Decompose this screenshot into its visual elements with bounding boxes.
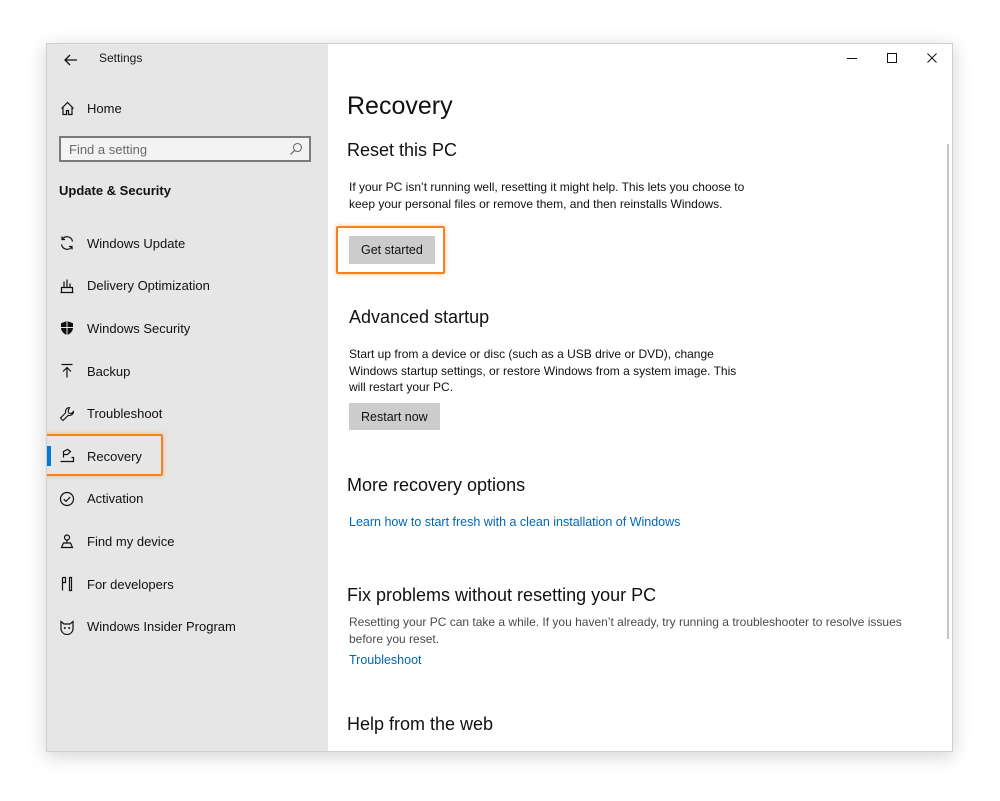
minimize-icon[interactable] [832,44,872,72]
close-icon[interactable] [912,44,952,72]
sidebar-item-label: Troubleshoot [87,406,163,422]
page-title: Recovery [347,92,453,120]
sidebar-item-label: Delivery Optimization [87,278,210,294]
find-device-icon [59,533,75,549]
delivery-optimization-icon [59,278,75,294]
sync-icon [59,235,75,251]
troubleshoot-link[interactable]: Troubleshoot [349,653,422,667]
sidebar-item-delivery-optimization[interactable]: Delivery Optimization [47,265,328,308]
sidebar-item-label: Backup [87,363,131,379]
nav-home-label: Home [87,100,122,116]
clean-install-link[interactable]: Learn how to start fresh with a clean in… [349,515,680,529]
insider-cat-icon [59,619,75,635]
search-icon[interactable] [289,142,303,156]
sidebar-item-windows-security[interactable]: Windows Security [47,307,328,350]
developer-tools-icon [59,576,75,592]
reset-heading: Reset this PC [347,140,458,160]
more-recovery-heading: More recovery options [347,475,526,495]
scrollbar[interactable] [947,144,949,639]
advanced-startup-description: Start up from a device or disc (such as … [349,347,737,394]
sidebar-item-label: Windows Insider Program [87,619,236,635]
home-icon [59,100,75,116]
back-arrow-icon[interactable] [59,48,83,72]
fix-problems-heading: Fix problems without resetting your PC [347,585,657,605]
sidebar-item-label: Find my device [87,533,175,549]
restart-now-button[interactable]: Restart now [349,403,440,430]
sidebar-item-backup[interactable]: Backup [47,350,328,393]
sidebar-item-label: Windows Security [87,320,191,336]
backup-arrow-icon [59,363,75,379]
sidebar-item-label: Windows Update [87,235,186,251]
wrench-icon [59,406,75,422]
reset-description: If your PC isn’t running well, resetting… [349,180,745,211]
sidebar-item-for-developers[interactable]: For developers [47,563,328,606]
maximize-icon[interactable] [872,44,912,72]
sidebar-item-activation[interactable]: Activation [47,478,328,521]
sidebar-item-label: For developers [87,576,174,592]
help-from-web-heading: Help from the web [347,714,494,734]
sidebar: Settings Home Update & Security Windows … [47,44,328,751]
checkmark-circle-icon [59,491,75,507]
advanced-startup-heading: Advanced startup [349,307,490,327]
sidebar-section-title: Update & Security [59,183,171,198]
window-controls [832,44,952,72]
settings-window: Settings Home Update & Security Windows … [46,43,953,752]
fix-problems-description: Resetting your PC can take a while. If y… [349,615,902,646]
window-title: Settings [99,51,143,65]
get-started-highlight-frame [336,226,445,274]
search-input[interactable] [61,138,289,160]
sidebar-item-find-my-device[interactable]: Find my device [47,520,328,563]
main-content: Recovery Reset this PC If your PC isn’t … [328,44,952,751]
sidebar-item-troubleshoot[interactable]: Troubleshoot [47,392,328,435]
nav-home[interactable]: Home [59,96,122,120]
sidebar-item-windows-insider-program[interactable]: Windows Insider Program [47,605,328,648]
sidebar-item-windows-update[interactable]: Windows Update [47,222,328,265]
recovery-highlight-frame [47,434,163,476]
shield-icon [59,320,75,336]
sidebar-item-label: Activation [87,491,144,507]
search-box[interactable] [59,136,311,162]
